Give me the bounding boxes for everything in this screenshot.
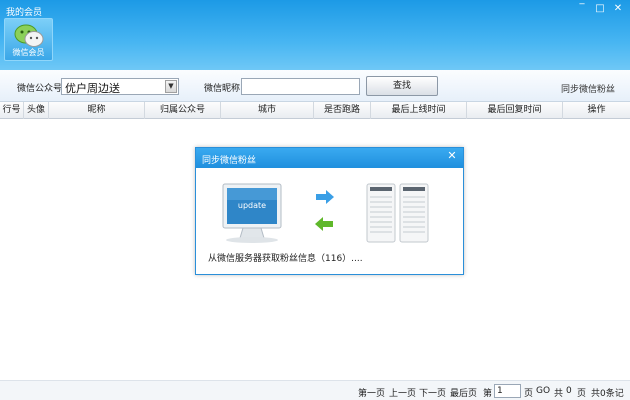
column-header[interactable]: 昵称 <box>49 102 145 119</box>
column-header[interactable]: 行号 <box>0 102 24 119</box>
nickname-input[interactable] <box>241 78 360 95</box>
dialog-title: 同步微信粉丝 <box>202 156 257 166</box>
record-count: 共0条记录 <box>591 389 624 399</box>
page-input[interactable]: 1 <box>494 384 521 398</box>
page-prefix: 第 <box>483 389 493 399</box>
page-suffix: 页 <box>524 389 534 399</box>
close-icon[interactable]: ✕ <box>445 149 459 163</box>
server-icon <box>366 183 429 243</box>
total-pages-prefix: 共 <box>554 389 564 399</box>
chevron-down-icon[interactable]: ▼ <box>165 80 177 93</box>
monitor-icon: update <box>222 183 282 243</box>
table-header: 行号 头像 昵称 归属公众号 城市 是否跑路 最后上线时间 最后回复时间 操作 <box>0 102 630 119</box>
account-label: 微信公众号: <box>17 84 66 94</box>
arrow-left-icon <box>315 217 333 231</box>
pager: 第一页 上一页 下一页 最后页 第 1 页 GO 共 0 页 共0条记录 <box>0 380 630 400</box>
sync-illustration: update <box>222 183 429 243</box>
nickname-label: 微信昵称: <box>204 84 244 94</box>
prev-page-button[interactable]: 上一页 <box>389 386 416 399</box>
module-wechat-member[interactable]: 微信会员 <box>4 18 53 61</box>
window-controls: ‾ □ ✕ <box>576 3 624 15</box>
column-header[interactable]: 头像 <box>24 102 49 119</box>
monitor-text: update <box>238 201 266 210</box>
close-button[interactable]: ✕ <box>612 3 624 15</box>
sync-dialog: 同步微信粉丝 ✕ update 从微信服务器获取粉丝信息（116）.... <box>195 147 464 275</box>
column-header[interactable]: 归属公众号 <box>145 102 221 119</box>
first-page-button[interactable]: 第一页 <box>358 386 385 399</box>
column-header[interactable]: 最后上线时间 <box>371 102 467 119</box>
go-button[interactable]: GO <box>536 386 550 396</box>
total-pages: 0 <box>566 386 572 396</box>
sync-status-text: 从微信服务器获取粉丝信息（116）.... <box>208 254 363 264</box>
minimize-button[interactable]: ‾ <box>576 3 588 15</box>
window-title: 我的会员 <box>6 8 43 18</box>
sync-fans-button[interactable]: 同步微信粉丝 <box>561 82 615 95</box>
maximize-button[interactable]: □ <box>594 3 606 15</box>
filter-toolbar: 微信公众号: 优户周边送 ▼ 微信昵称: 查找 同步微信粉丝 <box>0 70 630 102</box>
account-select[interactable]: 优户周边送 ▼ <box>61 78 179 95</box>
dialog-title-bar: 同步微信粉丝 ✕ <box>196 148 463 168</box>
account-select-value: 优户周边送 <box>65 82 120 95</box>
title-bar: 我的会员 ‾ □ ✕ 微信会员 <box>0 0 630 70</box>
column-header[interactable]: 操作 <box>563 102 630 119</box>
column-header[interactable]: 是否跑路 <box>314 102 371 119</box>
search-button[interactable]: 查找 <box>366 76 438 96</box>
module-label: 微信会员 <box>12 48 45 57</box>
last-page-button[interactable]: 最后页 <box>450 386 477 399</box>
column-header[interactable]: 城市 <box>221 102 314 119</box>
arrow-right-icon <box>316 190 334 204</box>
next-page-button[interactable]: 下一页 <box>419 386 446 399</box>
dialog-body: update 从微信服务器获取粉丝信息（116）.... <box>196 168 463 274</box>
total-pages-suffix: 页 <box>577 389 587 399</box>
wechat-icon <box>14 24 44 47</box>
column-header[interactable]: 最后回复时间 <box>467 102 563 119</box>
